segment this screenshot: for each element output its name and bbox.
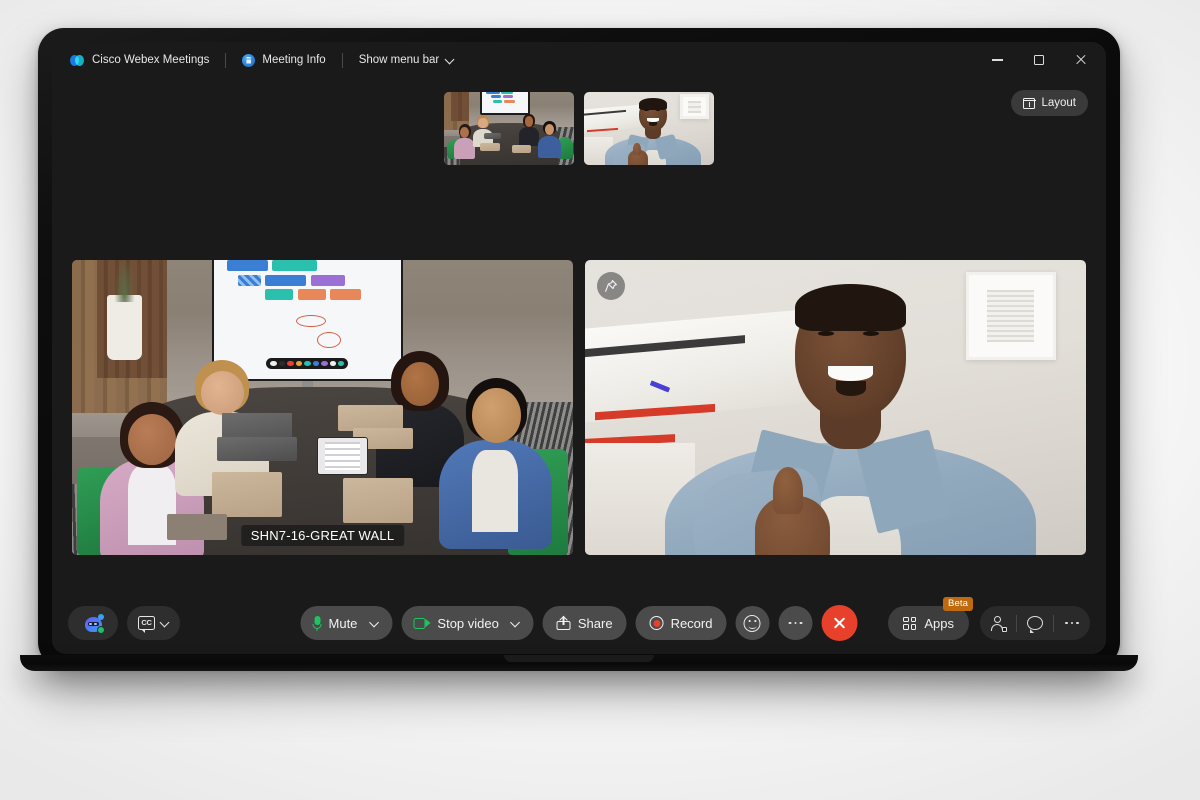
closed-captions-icon: CC: [138, 616, 155, 633]
video-grid: SHN7-16-GREAT WALL: [72, 260, 1086, 555]
panel-more-button[interactable]: [1054, 606, 1090, 640]
show-menu-bar-label: Show menu bar: [358, 54, 440, 66]
remote-participant-video: [585, 260, 1086, 555]
maximize-icon: [1034, 55, 1044, 65]
minimize-button[interactable]: [976, 45, 1018, 75]
apps-button[interactable]: Apps: [888, 606, 969, 640]
meeting-info-icon: [242, 53, 256, 67]
conference-room-video: SHN7-16-GREAT WALL: [72, 260, 573, 555]
laptop-base-notch: [504, 655, 654, 662]
microphone-icon: [312, 615, 322, 631]
webex-logo-icon: [70, 53, 85, 68]
laptop-base: [20, 655, 1138, 671]
record-label: Record: [670, 615, 713, 631]
meeting-info-label: Meeting Info: [262, 54, 326, 66]
title-divider-2: [341, 52, 343, 68]
stop-video-label: Stop video: [437, 615, 499, 631]
more-options-button[interactable]: [778, 606, 813, 640]
toolbar-left-group: CC: [68, 606, 180, 640]
title-bar: Cisco Webex Meetings Meeting Info Show m…: [52, 42, 1106, 78]
maximize-button[interactable]: [1018, 45, 1060, 75]
more-horizontal-icon: [1065, 621, 1079, 625]
title-divider-1: [225, 52, 227, 68]
chevron-down-icon: [161, 619, 169, 627]
end-call-icon: [832, 616, 846, 630]
camera-icon: [413, 617, 431, 629]
thumbnail-remote-participant[interactable]: [584, 92, 714, 165]
conference-room-tile[interactable]: SHN7-16-GREAT WALL: [72, 260, 573, 555]
beta-badge: Beta: [943, 597, 973, 611]
app-title-group[interactable]: Cisco Webex Meetings: [64, 50, 215, 71]
show-menu-bar-button[interactable]: Show menu bar: [353, 51, 461, 69]
pin-video-button[interactable]: [597, 272, 625, 300]
app-window: Cisco Webex Meetings Meeting Info Show m…: [52, 42, 1106, 654]
chat-bubble-icon: [1027, 616, 1043, 633]
thumbnail-conference-room-image: [444, 92, 574, 165]
meeting-stage: Layout SHN7-16-GREAT WALL: [52, 78, 1106, 592]
minimize-icon: [991, 59, 1003, 61]
window-controls: [976, 45, 1102, 75]
layout-button[interactable]: Layout: [1011, 90, 1088, 116]
ai-assistant-button[interactable]: [68, 606, 118, 640]
mute-button[interactable]: Mute: [300, 606, 393, 640]
participant-name-label: SHN7-16-GREAT WALL: [240, 525, 405, 546]
toolbar-center-group: Mute Stop video Share Record: [300, 605, 858, 641]
cc-text: CC: [141, 618, 152, 628]
stop-video-button[interactable]: Stop video: [401, 606, 534, 640]
apps-button-wrapper: Apps Beta: [888, 597, 973, 640]
reactions-button[interactable]: [735, 606, 770, 640]
thumbnail-conference-room[interactable]: [444, 92, 574, 165]
toolbar-right-group: Apps Beta: [888, 597, 1090, 640]
mute-chevron-down-icon[interactable]: [370, 619, 378, 627]
closed-captions-button[interactable]: CC: [127, 606, 180, 640]
record-icon: [649, 616, 664, 630]
share-button[interactable]: Share: [542, 606, 627, 640]
video-chevron-down-icon[interactable]: [512, 619, 520, 627]
chat-button[interactable]: [1017, 606, 1053, 640]
meeting-info-button[interactable]: Meeting Info: [236, 51, 331, 70]
end-call-button[interactable]: [821, 605, 858, 641]
share-screen-icon: [556, 616, 571, 630]
record-button[interactable]: Record: [635, 606, 727, 640]
apps-label: Apps: [924, 615, 954, 631]
more-horizontal-icon: [788, 621, 803, 625]
pin-icon: [604, 279, 618, 293]
filmstrip: [52, 92, 1106, 165]
reactions-smiley-icon: [743, 614, 761, 632]
ai-assistant-icon: [83, 613, 105, 634]
share-label: Share: [577, 615, 613, 631]
layout-grid-icon: [1023, 97, 1036, 109]
panel-toggle-cluster: [980, 606, 1090, 640]
participants-button[interactable]: [980, 606, 1016, 640]
thumbnail-remote-participant-image: [584, 92, 714, 165]
layout-button-label: Layout: [1041, 97, 1076, 109]
remote-participant-tile[interactable]: [585, 260, 1086, 555]
participants-icon: [991, 615, 1007, 632]
chevron-down-icon: [446, 56, 454, 64]
mute-label: Mute: [328, 615, 358, 631]
laptop-device: Cisco Webex Meetings Meeting Info Show m…: [38, 28, 1120, 668]
app-title: Cisco Webex Meetings: [92, 54, 210, 66]
apps-grid-icon: [903, 616, 917, 630]
close-icon: [1075, 54, 1087, 66]
participant-4: [438, 378, 553, 550]
meeting-toolbar: CC Mute Stop video Share Record Apps Bet…: [52, 592, 1106, 654]
close-button[interactable]: [1060, 45, 1102, 75]
